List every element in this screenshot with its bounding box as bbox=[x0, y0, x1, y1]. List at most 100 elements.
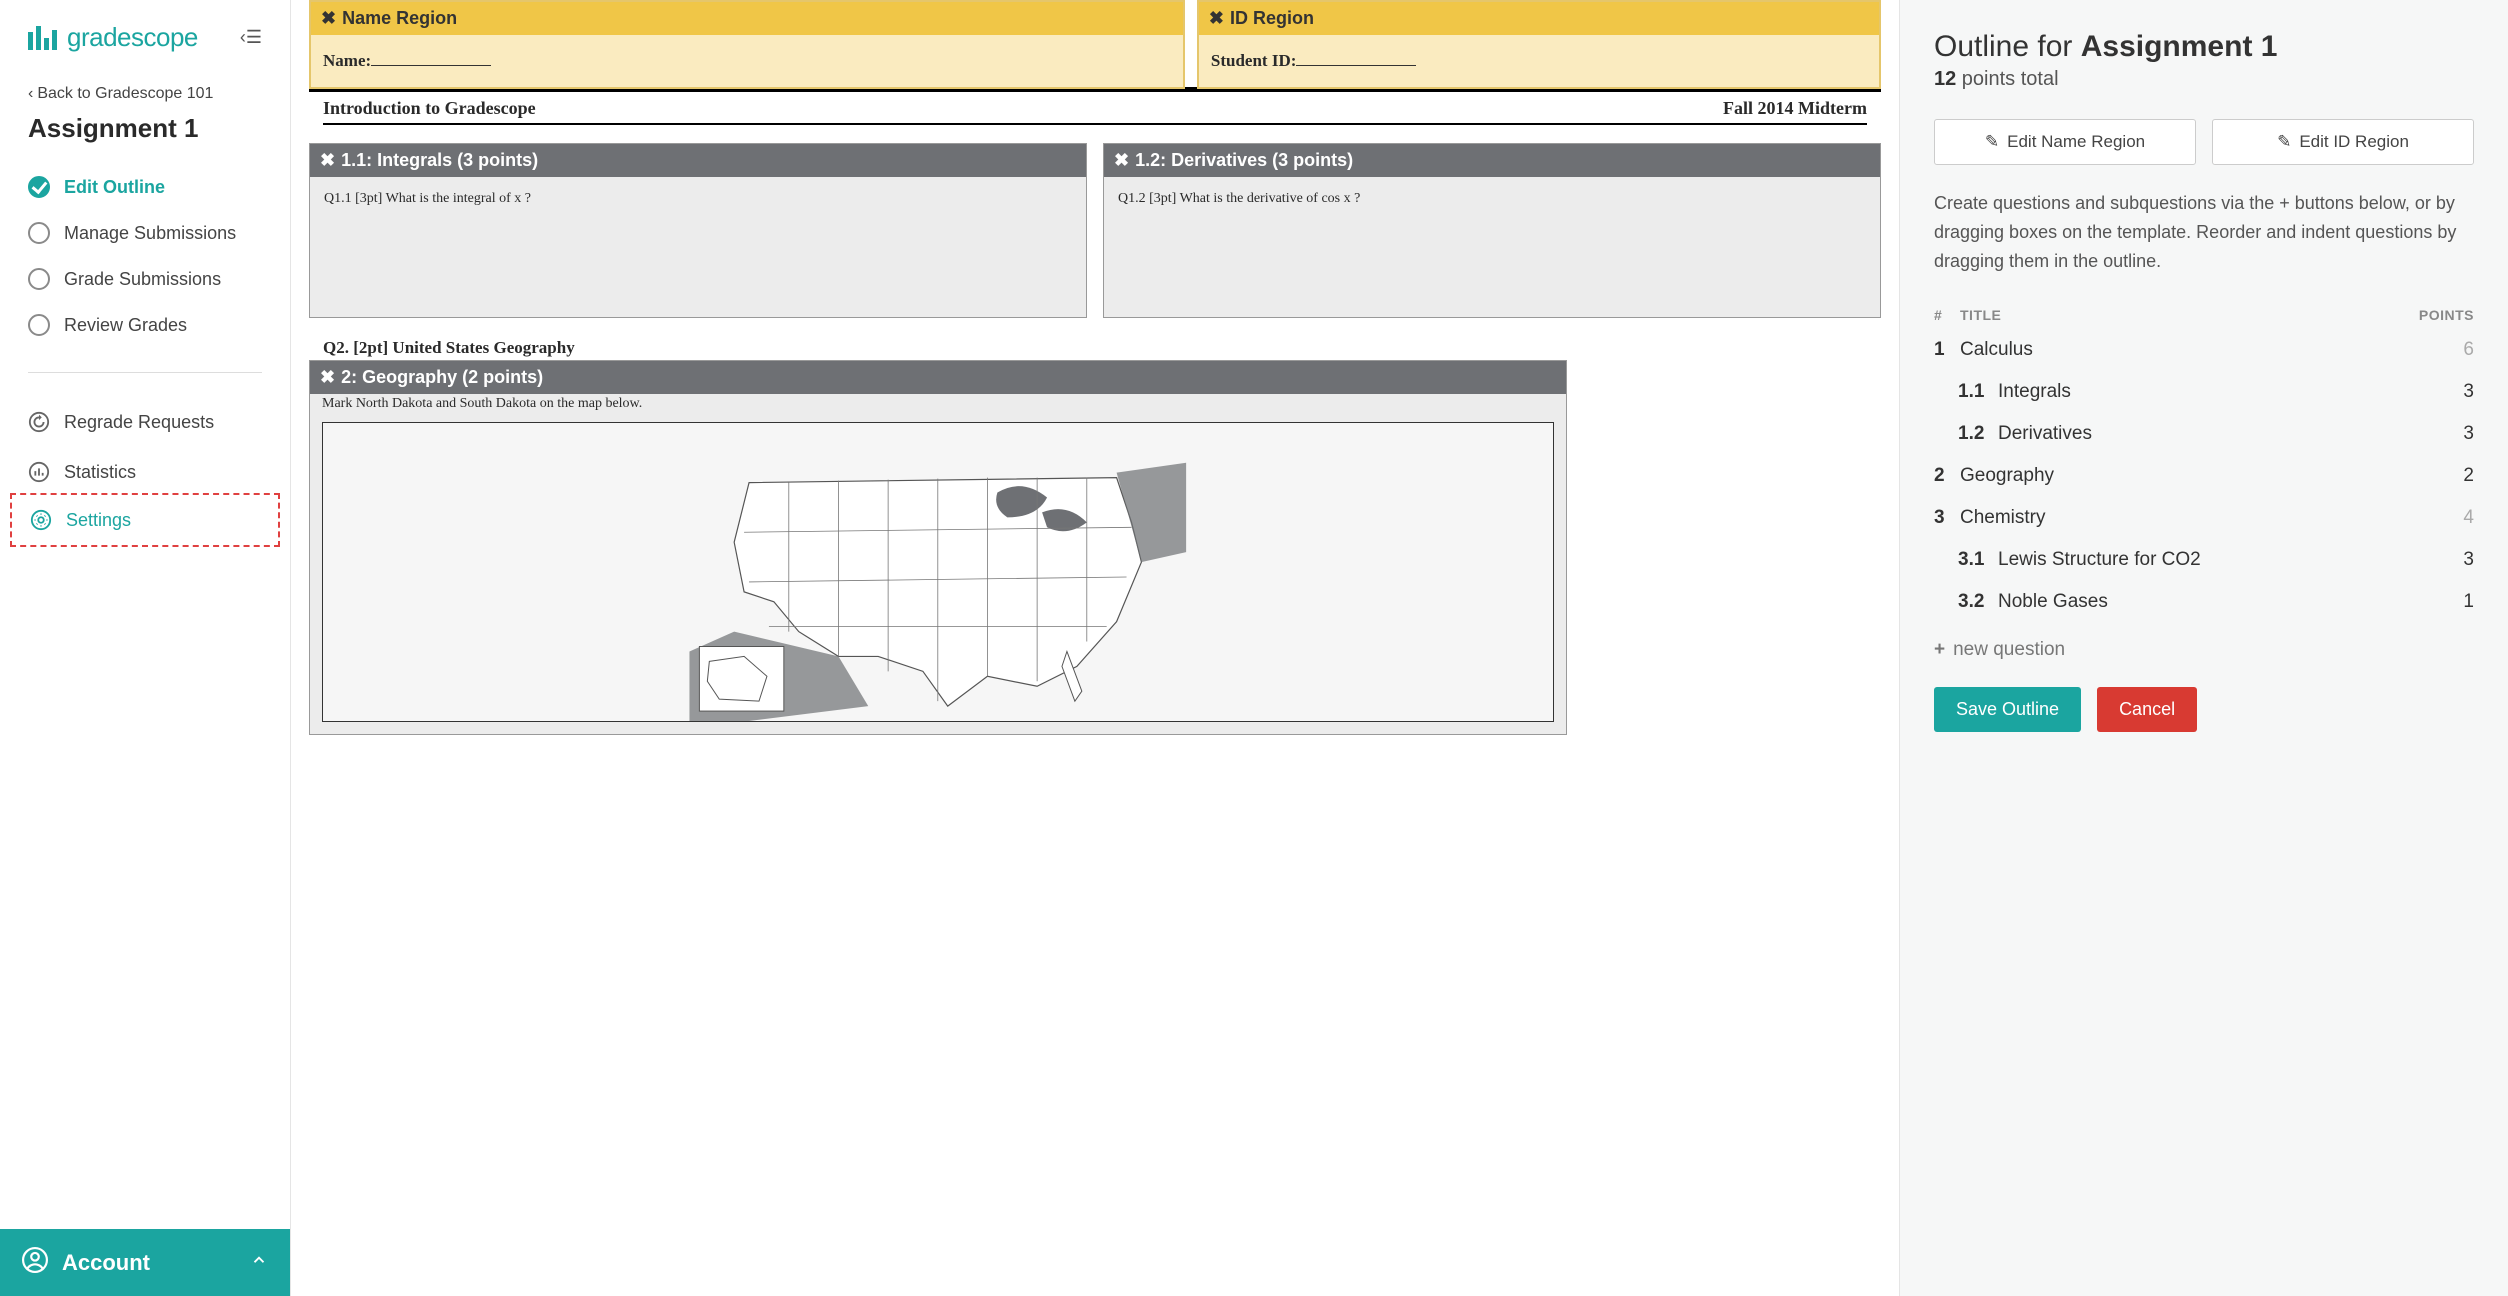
doc-title-left: Introduction to Gradescope bbox=[323, 98, 536, 119]
row-points: 1 bbox=[2404, 591, 2474, 613]
template-canvas[interactable]: ✖ Name Region Name: ✖ ID Region Student … bbox=[290, 0, 1900, 1296]
nav-regrade-requests[interactable]: Regrade Requests bbox=[28, 397, 262, 447]
id-region-box[interactable]: ✖ ID Region Student ID: bbox=[1197, 0, 1881, 89]
step-label: Grade Submissions bbox=[64, 269, 221, 290]
row-points: 6 bbox=[2404, 339, 2474, 361]
row-title: Lewis Structure for CO2 bbox=[1998, 549, 2404, 571]
row-number: 3.1 bbox=[1958, 549, 1998, 571]
nav-statistics[interactable]: Statistics bbox=[28, 447, 262, 497]
question-box-2[interactable]: ✖ 2: Geography (2 points) Mark North Dak… bbox=[309, 360, 1567, 735]
outline-row[interactable]: 3.2Noble Gases1 bbox=[1934, 581, 2474, 623]
row-number: 3.2 bbox=[1958, 591, 1998, 613]
back-link[interactable]: ‹ Back to Gradescope 101 bbox=[28, 85, 262, 103]
step-edit-outline[interactable]: Edit Outline bbox=[28, 164, 262, 210]
region-header-label: ID Region bbox=[1230, 8, 1314, 29]
circle-icon bbox=[28, 222, 50, 244]
logo-text: gradescope bbox=[67, 22, 198, 53]
nav-label: Regrade Requests bbox=[64, 412, 214, 433]
row-points: 3 bbox=[2404, 423, 2474, 445]
nav-settings[interactable]: Settings bbox=[10, 493, 280, 547]
panel-title-assignment: Assignment 1 bbox=[2081, 30, 2278, 63]
step-grade-submissions[interactable]: Grade Submissions bbox=[28, 256, 262, 302]
save-outline-button[interactable]: Save Outline bbox=[1934, 687, 2081, 732]
account-label: Account bbox=[62, 1250, 150, 1276]
step-manage-submissions[interactable]: Manage Submissions bbox=[28, 210, 262, 256]
outline-row[interactable]: 3Chemistry4 bbox=[1934, 497, 2474, 539]
row-points: 3 bbox=[2404, 549, 2474, 571]
pencil-icon: ✎ bbox=[2277, 132, 2291, 152]
us-map bbox=[322, 422, 1554, 722]
col-header-num: # bbox=[1934, 307, 1960, 323]
outline-row[interactable]: 1.2Derivatives3 bbox=[1934, 413, 2474, 455]
close-icon[interactable]: ✖ bbox=[321, 8, 336, 29]
row-points: 3 bbox=[2404, 381, 2474, 403]
outline-rows: 1Calculus61.1Integrals31.2Derivatives32G… bbox=[1934, 329, 2474, 623]
outline-row[interactable]: 3.1Lewis Structure for CO23 bbox=[1934, 539, 2474, 581]
assignment-title: Assignment 1 bbox=[28, 113, 262, 144]
instructions-text: Create questions and subquestions via th… bbox=[1934, 189, 2474, 275]
step-review-grades[interactable]: Review Grades bbox=[28, 302, 262, 348]
logo[interactable]: gradescope ‹☰ bbox=[28, 22, 262, 53]
outline-header: # TITLE POINTS bbox=[1934, 301, 2474, 329]
button-label: Edit ID Region bbox=[2299, 132, 2409, 152]
step-label: Manage Submissions bbox=[64, 223, 236, 244]
gear-icon bbox=[30, 509, 52, 531]
outline-row[interactable]: 1Calculus6 bbox=[1934, 329, 2474, 371]
row-title: Geography bbox=[1960, 465, 2404, 487]
name-field-label: Name: bbox=[323, 51, 371, 70]
account-bar[interactable]: Account bbox=[0, 1229, 290, 1296]
edit-id-region-button[interactable]: ✎ Edit ID Region bbox=[2212, 119, 2474, 165]
row-number: 3 bbox=[1934, 507, 1960, 529]
close-icon[interactable]: ✖ bbox=[320, 367, 335, 388]
outline-panel: Outline for Assignment 1 12 points total… bbox=[1900, 0, 2508, 1296]
row-title: Chemistry bbox=[1960, 507, 2404, 529]
col-header-title: TITLE bbox=[1960, 307, 2404, 323]
row-number: 1.2 bbox=[1958, 423, 1998, 445]
row-points: 2 bbox=[2404, 465, 2474, 487]
question-body-text: Q1.2 [3pt] What is the derivative of cos… bbox=[1104, 177, 1880, 317]
plus-icon: + bbox=[1934, 639, 1945, 661]
close-icon[interactable]: ✖ bbox=[1114, 150, 1129, 171]
outline-row[interactable]: 2Geography2 bbox=[1934, 455, 2474, 497]
new-question-button[interactable]: + new question bbox=[1934, 623, 2474, 687]
question-box-1-1[interactable]: ✖ 1.1: Integrals (3 points) Q1.1 [3pt] W… bbox=[309, 143, 1087, 318]
thin-rule bbox=[323, 123, 1867, 125]
chevron-up-icon bbox=[250, 1251, 268, 1274]
row-points: 4 bbox=[2404, 507, 2474, 529]
points-total-suffix: points total bbox=[1956, 68, 2058, 90]
close-icon[interactable]: ✖ bbox=[1209, 8, 1224, 29]
chevron-left-icon: ‹ bbox=[28, 85, 33, 103]
panel-title-prefix: Outline for bbox=[1934, 30, 2081, 63]
question-box-1-2[interactable]: ✖ 1.2: Derivatives (3 points) Q1.2 [3pt]… bbox=[1103, 143, 1881, 318]
sidebar-collapse-button[interactable]: ‹☰ bbox=[240, 27, 262, 48]
doc-title-row: Introduction to Gradescope Fall 2014 Mid… bbox=[309, 92, 1881, 123]
map-caption: Mark North Dakota and South Dakota on th… bbox=[310, 394, 1566, 414]
logo-bars-icon bbox=[28, 26, 57, 50]
account-icon bbox=[22, 1247, 48, 1278]
name-region-box[interactable]: ✖ Name Region Name: bbox=[309, 0, 1185, 89]
id-field-label: Student ID: bbox=[1211, 51, 1297, 70]
edit-name-region-button[interactable]: ✎ Edit Name Region bbox=[1934, 119, 2196, 165]
q2-heading: Q2. [2pt] United States Geography bbox=[309, 318, 1881, 358]
question-body-text: Q1.1 [3pt] What is the integral of x ? bbox=[310, 177, 1086, 317]
row-title: Derivatives bbox=[1998, 423, 2404, 445]
divider bbox=[28, 372, 262, 373]
back-link-label: Back to Gradescope 101 bbox=[37, 85, 213, 103]
question-header-label: 1.1: Integrals (3 points) bbox=[341, 150, 538, 171]
question-header-label: 1.2: Derivatives (3 points) bbox=[1135, 150, 1353, 171]
nav-label: Settings bbox=[66, 510, 131, 531]
panel-title: Outline for Assignment 1 bbox=[1934, 30, 2474, 64]
points-total-value: 12 bbox=[1934, 68, 1956, 90]
question-header-label: 2: Geography (2 points) bbox=[341, 367, 543, 388]
close-icon[interactable]: ✖ bbox=[320, 150, 335, 171]
new-question-label: new question bbox=[1953, 639, 2065, 661]
regrade-icon bbox=[28, 411, 50, 433]
row-number: 1 bbox=[1934, 339, 1960, 361]
cancel-button[interactable]: Cancel bbox=[2097, 687, 2197, 732]
col-header-points: POINTS bbox=[2404, 307, 2474, 323]
row-number: 2 bbox=[1934, 465, 1960, 487]
step-label: Edit Outline bbox=[64, 177, 165, 198]
outline-row[interactable]: 1.1Integrals3 bbox=[1934, 371, 2474, 413]
row-title: Integrals bbox=[1998, 381, 2404, 403]
nav-label: Statistics bbox=[64, 462, 136, 483]
